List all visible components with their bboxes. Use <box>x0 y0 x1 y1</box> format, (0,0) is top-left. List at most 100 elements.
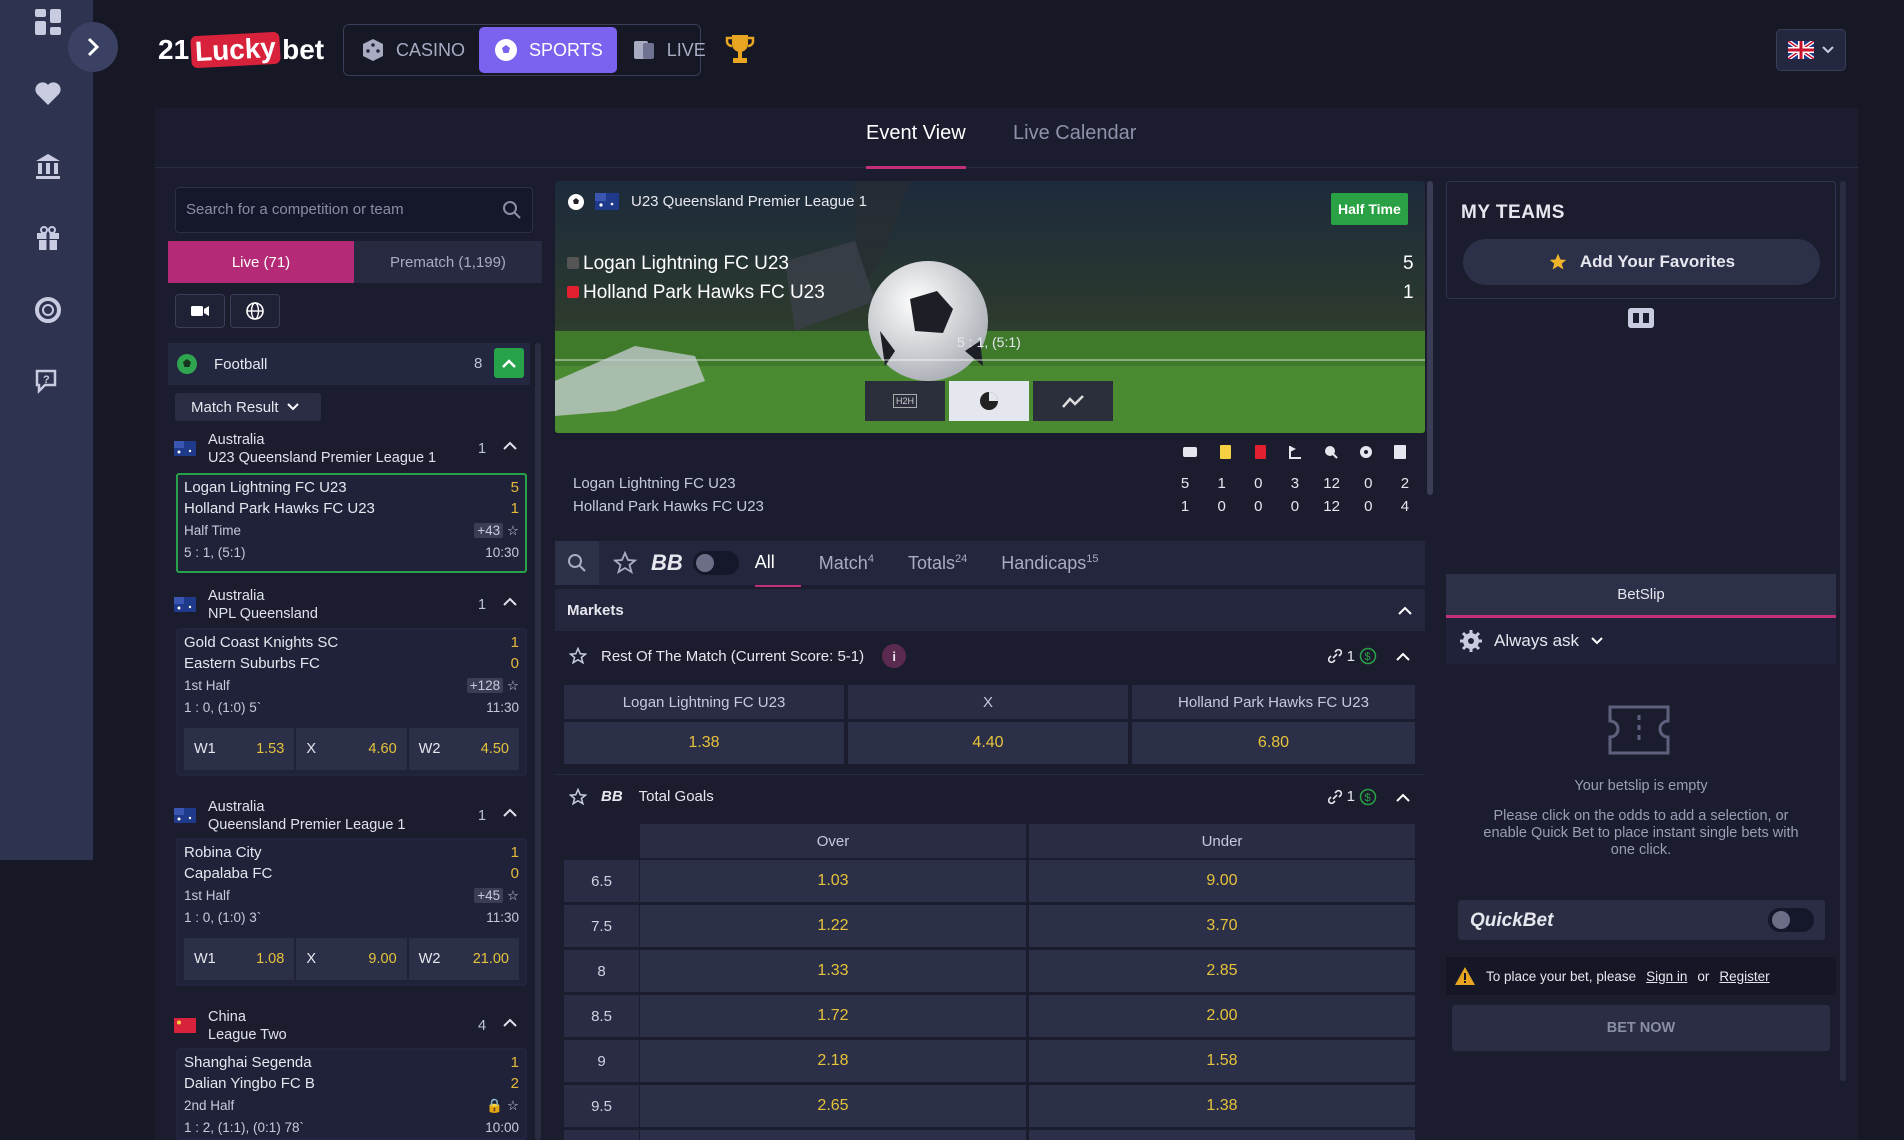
star-icon[interactable]: ☆ <box>507 1098 519 1113</box>
odd-button-under[interactable]: 1.38 <box>1029 1085 1415 1127</box>
odd-button-over[interactable]: 1.33 <box>640 950 1026 992</box>
gift-icon[interactable] <box>28 218 68 258</box>
odd-button-over[interactable] <box>640 1130 1026 1140</box>
add-favorites-button[interactable]: Add Your Favorites <box>1463 239 1820 285</box>
star-icon[interactable]: ☆ <box>507 678 519 693</box>
odd-button-home[interactable]: 1.38 <box>564 722 844 764</box>
competition-search-input[interactable]: Search for a competition or team <box>175 187 533 233</box>
star-icon[interactable]: ☆ <box>507 523 519 538</box>
nav-casino[interactable]: CASINO <box>346 27 479 73</box>
star-icon[interactable] <box>613 551 637 575</box>
markets-header[interactable]: Markets <box>555 589 1425 631</box>
tab-live-calendar[interactable]: Live Calendar <box>1013 122 1136 145</box>
filter-totals-label: Totals <box>907 552 955 573</box>
filter-handicaps[interactable]: Handicaps15 <box>1001 553 1098 574</box>
stat-value: 0 <box>1290 498 1300 515</box>
heart-icon[interactable] <box>28 74 68 114</box>
odd-x[interactable]: X 9.00 <box>296 938 407 980</box>
match-card[interactable]: Robina City 1 Capalaba FC 0 1st Half +45 ☆ … <box>176 838 527 986</box>
nav-live[interactable]: LIVE <box>617 27 720 73</box>
odd-button-under[interactable]: 3.70 <box>1029 905 1415 947</box>
odd-button-under[interactable]: 2.00 <box>1029 995 1415 1037</box>
odd-x[interactable]: X 4.60 <box>296 728 407 770</box>
chevron-up-icon[interactable] <box>1395 651 1411 661</box>
odd-w2[interactable]: W2 4.50 <box>408 728 519 770</box>
live-tab-button[interactable]: Live (71) <box>168 241 354 283</box>
match-card[interactable]: Shanghai Segenda 1 Dalian Yingbo FC B 2 2n… <box>176 1048 527 1140</box>
toggle-knob <box>1772 911 1790 929</box>
sport-row-football[interactable]: Football 8 <box>168 343 530 385</box>
match-card[interactable]: Logan Lightning FC U23 5 Holland Park Haw… <box>176 473 527 573</box>
betbuilder-toggle[interactable] <box>692 551 739 575</box>
tab-event-view[interactable]: Event View <box>866 122 966 169</box>
odd-button-under[interactable] <box>1029 1130 1415 1140</box>
odd-button-over[interactable]: 1.72 <box>640 995 1026 1037</box>
left-scrollbar[interactable] <box>535 343 541 1140</box>
odd-button-away[interactable]: 6.80 <box>1132 722 1415 764</box>
star-icon[interactable]: ☆ <box>507 888 519 903</box>
filter-match[interactable]: Match4 <box>819 553 874 574</box>
odd-button-under[interactable]: 2.85 <box>1029 950 1415 992</box>
market-total-goals-header[interactable]: BB Total Goals 1 $ <box>555 774 1425 818</box>
league-header[interactable]: Australia NPL Queensland 1 <box>168 583 530 629</box>
odd-button-over[interactable]: 2.65 <box>640 1085 1026 1127</box>
odd-w2[interactable]: W2 21.00 <box>408 938 519 980</box>
betbuilder-icon[interactable]: BB <box>651 550 683 576</box>
quickbet-toggle[interactable] <box>1768 908 1814 932</box>
league-header[interactable]: Australia U23 Queensland Premier League 1… <box>168 427 530 473</box>
center-scrollbar[interactable] <box>1427 181 1433 495</box>
trend-button[interactable] <box>1033 381 1113 421</box>
odd-w1[interactable]: W1 1.53 <box>184 728 295 770</box>
market-type-dropdown[interactable]: Match Result <box>175 393 321 421</box>
sport-name: Football <box>214 355 268 373</box>
stats-button[interactable] <box>949 381 1029 421</box>
total-line <box>564 1130 639 1140</box>
filter-totals[interactable]: Totals24 <box>908 553 967 574</box>
chevron-up-icon[interactable] <box>1395 792 1411 802</box>
betslip-tab[interactable]: BetSlip <box>1446 574 1836 618</box>
right-scrollbar[interactable] <box>1840 181 1846 1081</box>
trophy-icon[interactable] <box>725 32 755 66</box>
odd-button-over[interactable]: 1.03 <box>640 860 1026 902</box>
expand-rail-button[interactable] <box>68 22 118 72</box>
market-rest-of-match-header[interactable]: Rest Of The Match (Current Score: 5-1) i… <box>555 634 1425 678</box>
bank-icon[interactable] <box>28 146 68 186</box>
language-selector[interactable] <box>1776 29 1846 71</box>
odds-change-dropdown[interactable]: Always ask <box>1446 618 1836 664</box>
search-placeholder: Search for a competition or team <box>186 201 404 218</box>
prematch-tab-button[interactable]: Prematch (1,199) <box>354 241 542 283</box>
home-score: 1 <box>510 1054 519 1071</box>
globe-filter-button[interactable] <box>230 294 280 328</box>
event-hero: U23 Queensland Premier League 1 Half Tim… <box>555 181 1425 433</box>
brand-logo[interactable]: 21 Lucky bet <box>158 31 324 69</box>
league-header[interactable]: Australia Queensland Premier League 1 1 <box>168 794 530 840</box>
video-filter-button[interactable] <box>175 294 225 328</box>
collapse-sport-button[interactable] <box>494 348 524 378</box>
help-chat-icon[interactable]: ? <box>28 362 68 402</box>
info-icon[interactable]: i <box>882 644 907 668</box>
odd-button-over[interactable]: 1.22 <box>640 905 1026 947</box>
bet-now-button[interactable]: BET NOW <box>1452 1005 1830 1051</box>
register-link[interactable]: Register <box>1719 969 1769 984</box>
star-icon[interactable] <box>569 647 587 665</box>
odd-button-under[interactable]: 1.58 <box>1029 1040 1415 1082</box>
star-icon[interactable] <box>569 787 587 806</box>
odd-w1[interactable]: W1 1.08 <box>184 938 295 980</box>
league-header[interactable]: China League Two 4 <box>168 1004 530 1050</box>
stat-value: 3 <box>1290 475 1300 492</box>
filter-all[interactable]: All <box>754 540 801 587</box>
match-time: 10:00 <box>485 1120 519 1135</box>
filter-handicaps-count: 15 <box>1086 552 1099 565</box>
nav-live-label: LIVE <box>666 39 706 60</box>
grid-icon[interactable] <box>28 2 68 42</box>
odd-button-over[interactable]: 2.18 <box>640 1040 1026 1082</box>
sign-in-link[interactable]: Sign in <box>1646 969 1687 984</box>
h2h-button[interactable]: H2H <box>865 381 945 421</box>
odd-button-under[interactable]: 9.00 <box>1029 860 1415 902</box>
match-card[interactable]: Gold Coast Knights SC 1 Eastern Suburbs F… <box>176 628 527 776</box>
lifebuoy-icon[interactable] <box>28 290 68 330</box>
scoreboard-icon[interactable] <box>1627 307 1655 329</box>
market-search-button[interactable] <box>555 541 599 585</box>
odd-button-draw[interactable]: 4.40 <box>848 722 1128 764</box>
nav-sports[interactable]: SPORTS <box>479 27 617 73</box>
